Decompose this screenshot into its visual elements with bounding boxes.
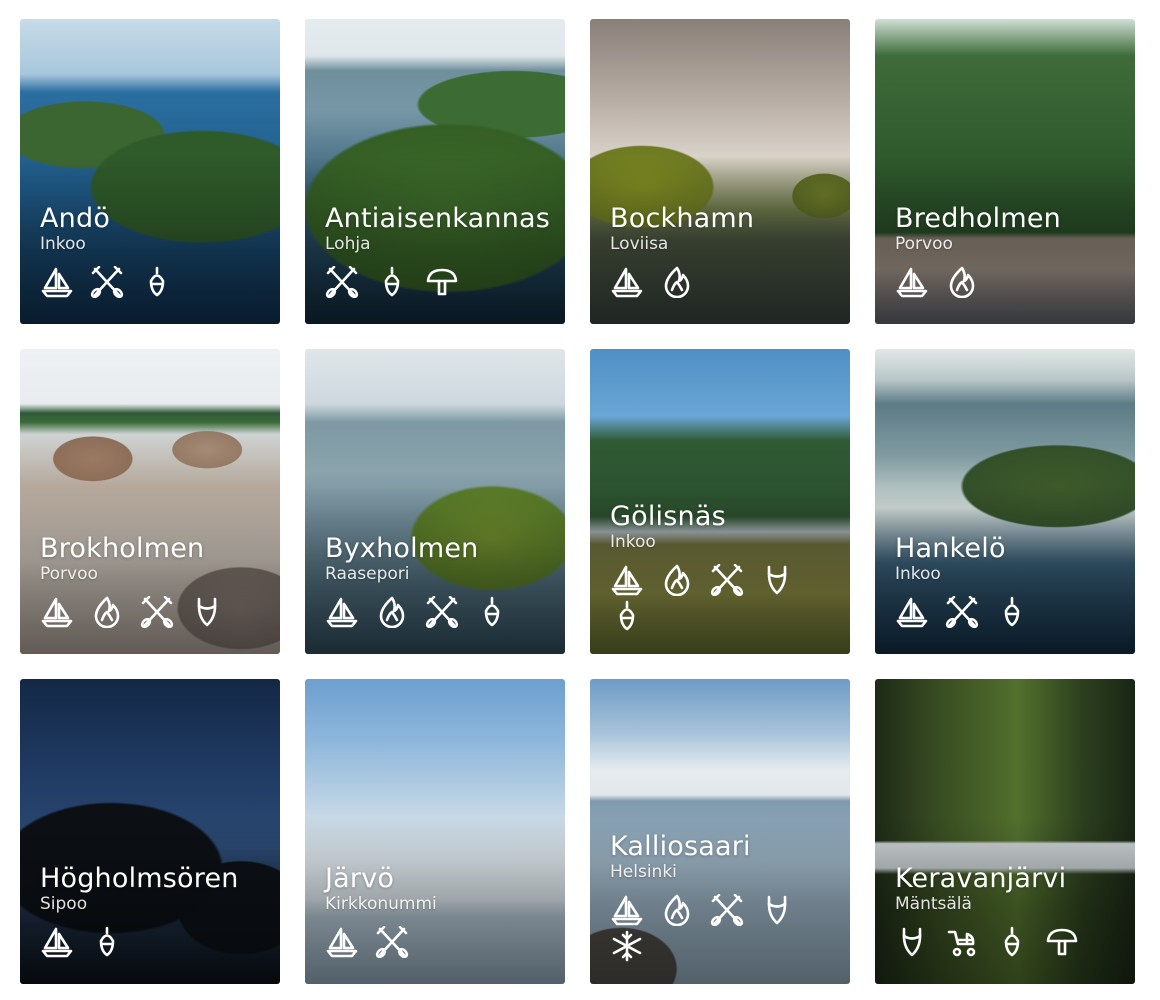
card-title: Andö — [40, 203, 111, 234]
snowflake-icon — [610, 930, 660, 962]
card-title: Antiaisenkannas — [325, 203, 551, 234]
card-title: Brokholmen — [40, 533, 205, 564]
activity-icons — [895, 596, 1095, 628]
destination-card[interactable]: Bockhamn Loviisa — [590, 19, 850, 324]
card-title: Byxholmen — [325, 533, 479, 564]
card-title: Högholmsören — [40, 863, 239, 894]
sailboat-icon — [610, 266, 660, 298]
sailboat-icon — [610, 564, 660, 596]
campfire-icon — [660, 564, 710, 596]
campfire-icon — [375, 596, 425, 628]
destination-card[interactable]: Andö Inkoo — [20, 19, 280, 324]
destination-card[interactable]: Kalliosaari Helsinki — [590, 679, 850, 984]
campfire-icon — [90, 596, 140, 628]
crossed-oars-icon — [945, 596, 995, 628]
activity-icons — [895, 266, 1095, 298]
crossed-oars-icon — [140, 596, 190, 628]
destination-card[interactable]: Gölisnäs Inkoo — [590, 349, 850, 654]
destination-card[interactable]: Keravanjärvi Mäntsälä — [875, 679, 1135, 984]
card-title: Järvö — [325, 863, 395, 894]
crossed-oars-icon — [90, 266, 140, 298]
card-title: Kalliosaari — [610, 831, 751, 862]
campfire-icon — [945, 266, 995, 298]
swimsuit-icon — [760, 564, 810, 596]
destination-card[interactable]: Byxholmen Raasepori — [305, 349, 565, 654]
sailboat-icon — [40, 926, 90, 958]
destination-card[interactable]: Järvö Kirkkonummi — [305, 679, 565, 984]
activity-icons — [610, 266, 810, 298]
buoy-icon — [90, 926, 140, 958]
activity-icons — [40, 926, 240, 958]
card-location: Inkoo — [895, 564, 941, 584]
card-title: Bredholmen — [895, 203, 1061, 234]
crossed-oars-icon — [425, 596, 475, 628]
sailboat-icon — [40, 596, 90, 628]
buoy-icon — [995, 926, 1045, 958]
activity-icons — [325, 266, 525, 298]
destination-card[interactable]: Bredholmen Porvoo — [875, 19, 1135, 324]
mushroom-icon — [1045, 926, 1095, 958]
crossed-oars-icon — [375, 926, 425, 958]
campfire-icon — [660, 894, 710, 926]
sailboat-icon — [895, 596, 945, 628]
buoy-icon — [375, 266, 425, 298]
activity-icons — [325, 926, 525, 958]
buoy-icon — [610, 600, 660, 632]
swimsuit-icon — [895, 926, 945, 958]
activity-icons — [610, 894, 810, 962]
card-title: Bockhamn — [610, 203, 755, 234]
card-location: Inkoo — [40, 234, 86, 254]
activity-icons — [40, 266, 240, 298]
card-location: Kirkkonummi — [325, 894, 437, 914]
crossed-oars-icon — [710, 564, 760, 596]
mushroom-icon — [425, 266, 475, 298]
campfire-icon — [660, 266, 710, 298]
destination-card[interactable]: Brokholmen Porvoo — [20, 349, 280, 654]
sailboat-icon — [895, 266, 945, 298]
card-title: Keravanjärvi — [895, 863, 1067, 894]
activity-icons — [895, 926, 1095, 958]
card-title: Hankelö — [895, 533, 1006, 564]
buoy-icon — [140, 266, 190, 298]
swimsuit-icon — [190, 596, 240, 628]
card-location: Inkoo — [610, 532, 656, 552]
destination-card[interactable]: Hankelö Inkoo — [875, 349, 1135, 654]
sailboat-icon — [325, 596, 375, 628]
card-title: Gölisnäs — [610, 501, 726, 532]
activity-icons — [325, 596, 525, 628]
crossed-oars-icon — [710, 894, 760, 926]
destination-grid: Andö Inkoo Antiaisenkannas Lohja Bockham… — [0, 0, 1160, 1000]
sailboat-icon — [610, 894, 660, 926]
activity-icons — [610, 564, 810, 632]
sailboat-icon — [40, 266, 90, 298]
activity-icons — [40, 596, 240, 628]
stroller-icon — [945, 926, 995, 958]
sailboat-icon — [325, 926, 375, 958]
buoy-icon — [995, 596, 1045, 628]
swimsuit-icon — [760, 894, 810, 926]
buoy-icon — [475, 596, 525, 628]
crossed-oars-icon — [325, 266, 375, 298]
destination-card[interactable]: Antiaisenkannas Lohja — [305, 19, 565, 324]
destination-card[interactable]: Högholmsören Sipoo — [20, 679, 280, 984]
